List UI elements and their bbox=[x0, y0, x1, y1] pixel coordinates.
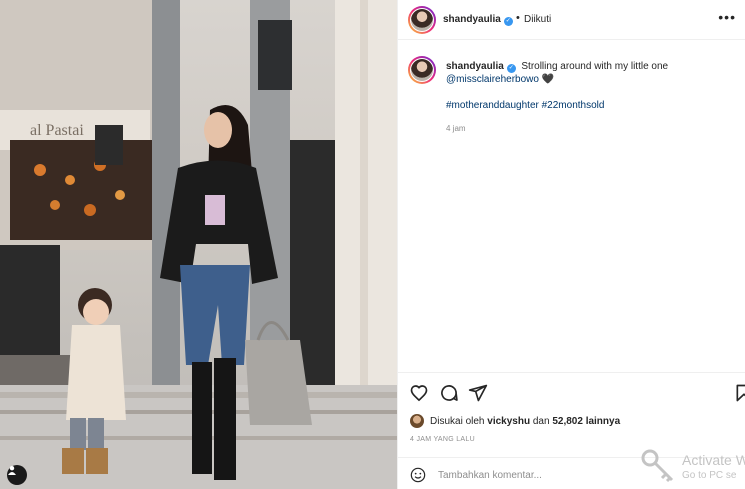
avatar[interactable] bbox=[408, 6, 436, 34]
street-scene-image: al Pastai bbox=[0, 0, 397, 489]
heart-icon[interactable] bbox=[409, 383, 429, 403]
likes-prefix: Disukai oleh bbox=[430, 415, 485, 427]
liker-avatar bbox=[410, 414, 424, 428]
svg-text:al Pastai: al Pastai bbox=[30, 122, 84, 139]
send-icon[interactable] bbox=[468, 383, 488, 403]
caption-username[interactable]: shandyaulia ✓ bbox=[446, 61, 516, 73]
likes-summary[interactable]: Disukai oleh vickyshu dan 52,802 lainnya bbox=[410, 413, 620, 429]
hashtag-links[interactable]: #motheranddaughter #22monthsold bbox=[446, 100, 604, 111]
emoji-icon[interactable] bbox=[410, 467, 426, 483]
more-options-icon[interactable]: ••• bbox=[718, 9, 736, 25]
caption-body: Strolling around with my little one bbox=[521, 61, 669, 72]
separator-dot: • bbox=[516, 12, 520, 24]
comment-input[interactable] bbox=[438, 467, 638, 483]
follow-status-button[interactable]: Diikuti bbox=[524, 14, 551, 25]
mention-link[interactable]: @missclaireherbowo bbox=[446, 74, 539, 85]
activation-title: Activate W bbox=[682, 452, 745, 468]
post-header: shandyaulia ✓ • Diikuti ••• bbox=[398, 0, 745, 40]
likes-count[interactable]: 52,802 lainnya bbox=[552, 416, 620, 427]
action-bar bbox=[398, 372, 745, 412]
bookmark-icon[interactable] bbox=[734, 383, 745, 403]
author-username[interactable]: shandyaulia ✓ bbox=[443, 14, 513, 26]
post-details-panel: shandyaulia ✓ • Diikuti ••• shandyaulia ✓ … bbox=[397, 0, 745, 489]
verified-badge-icon: ✓ bbox=[506, 64, 516, 73]
caption-text: shandyaulia ✓ Strolling around with my li… bbox=[446, 60, 736, 86]
activation-watermark: Activate W Go to PC se bbox=[640, 448, 745, 489]
user-tag-icon[interactable] bbox=[7, 465, 27, 485]
caption-avatar[interactable] bbox=[408, 56, 436, 84]
post-photo[interactable]: al Pastai bbox=[0, 0, 397, 489]
post-timestamp[interactable]: 4 JAM YANG LALU bbox=[410, 436, 475, 443]
key-icon bbox=[641, 449, 674, 483]
heart-emoji: 🖤 bbox=[541, 74, 555, 85]
likes-middle: dan bbox=[532, 415, 550, 427]
liker-username[interactable]: vickyshu bbox=[487, 416, 530, 427]
verified-badge-icon: ✓ bbox=[503, 17, 513, 26]
activation-subtitle: Go to PC se bbox=[682, 470, 737, 481]
caption-timestamp[interactable]: 4 jam bbox=[446, 124, 466, 133]
comment-icon[interactable] bbox=[439, 383, 459, 403]
